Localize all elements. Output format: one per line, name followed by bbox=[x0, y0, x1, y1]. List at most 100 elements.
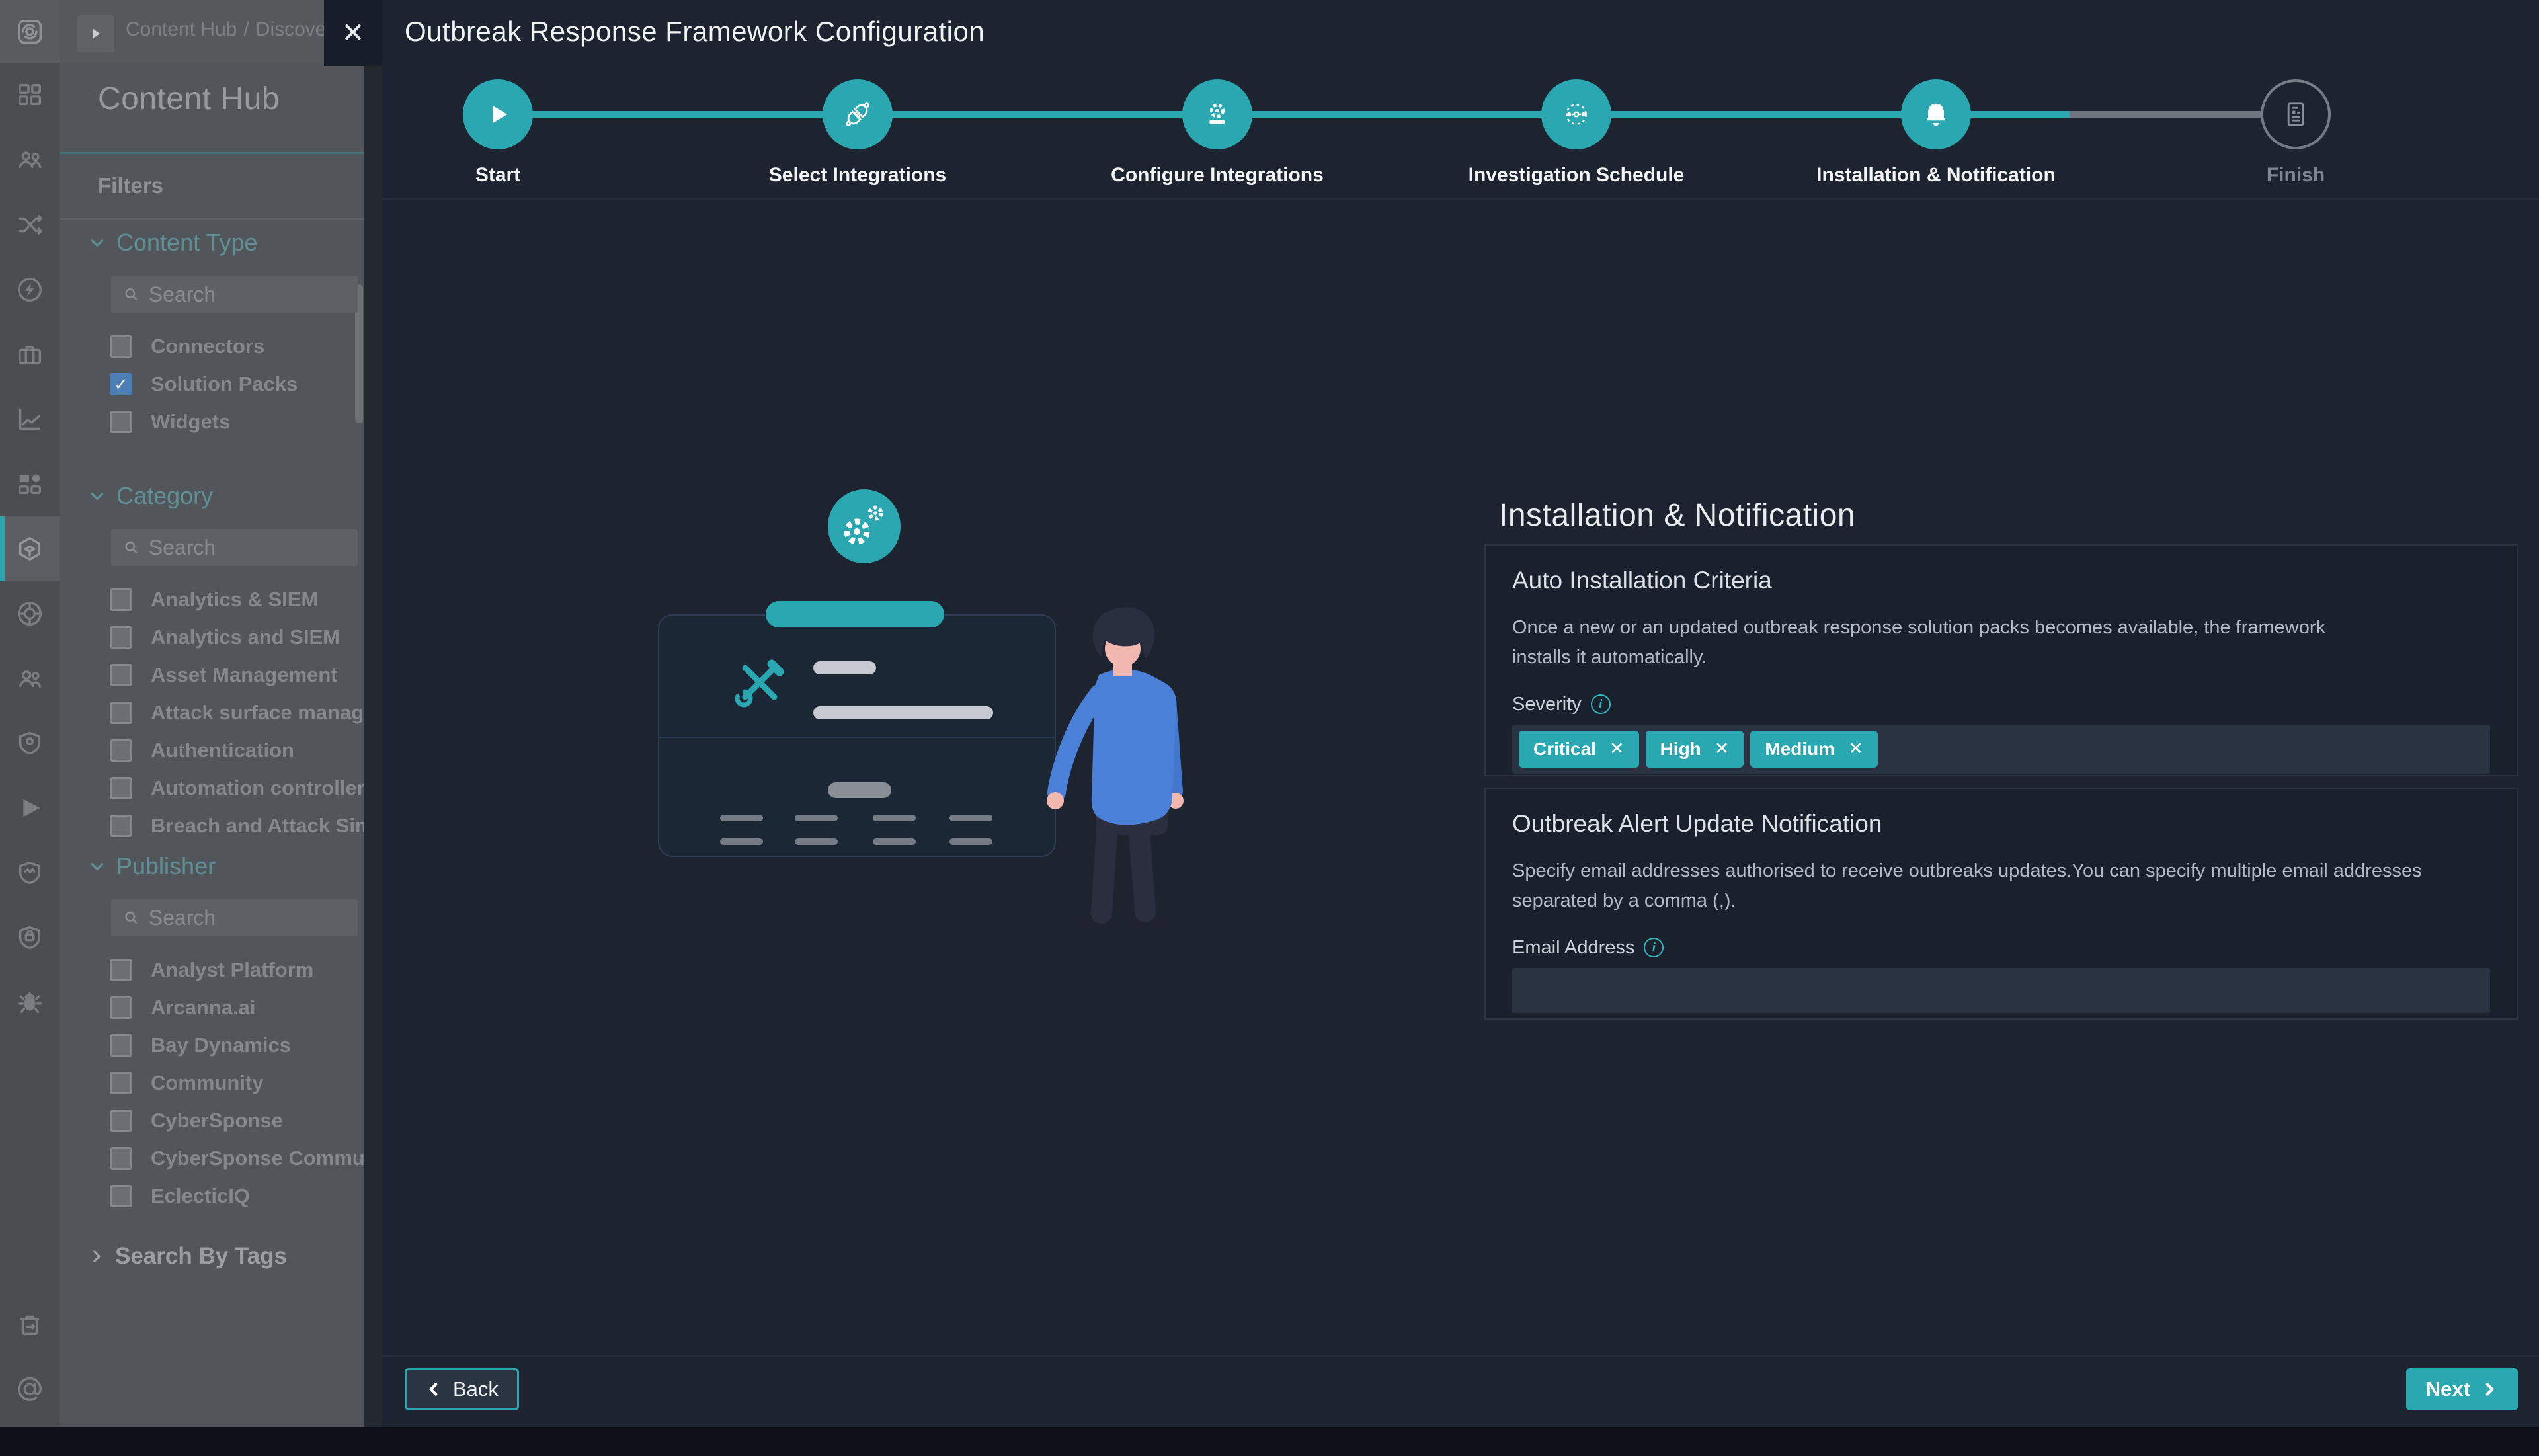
close-button[interactable]: ✕ bbox=[324, 0, 382, 66]
filter-checkbox-item[interactable]: ✓ CyberSponse Community bbox=[60, 1139, 364, 1177]
widgets-icon[interactable] bbox=[0, 452, 60, 516]
checkbox[interactable]: ✓ bbox=[110, 1034, 132, 1057]
checkbox[interactable]: ✓ bbox=[110, 335, 132, 358]
search-input[interactable] bbox=[149, 906, 346, 930]
playbooks-icon[interactable] bbox=[0, 776, 60, 840]
recycle-bin-icon[interactable] bbox=[0, 1292, 60, 1357]
info-icon[interactable]: i bbox=[1591, 694, 1611, 714]
filter-search[interactable] bbox=[111, 529, 358, 566]
checkbox-label: Breach and Attack Simulation bbox=[151, 814, 364, 838]
automation-icon[interactable] bbox=[0, 257, 60, 322]
filter-checkbox-item[interactable]: ✓ Analyst Platform bbox=[60, 951, 364, 989]
mentions-icon[interactable] bbox=[0, 1357, 60, 1422]
app-logo-icon[interactable] bbox=[0, 0, 60, 63]
reports-icon[interactable] bbox=[0, 387, 60, 452]
search-input[interactable] bbox=[149, 536, 346, 560]
shield-monitor-icon[interactable] bbox=[0, 840, 60, 905]
email-address-label: Email Address bbox=[1512, 937, 1634, 959]
filter-checkbox-item[interactable]: ✓ Widgets bbox=[60, 403, 364, 440]
checkbox[interactable]: ✓ bbox=[110, 777, 132, 799]
remove-tag-icon[interactable]: ✕ bbox=[1609, 740, 1625, 758]
shuffle-icon[interactable] bbox=[0, 192, 60, 257]
checkbox-label: Automation controller bbox=[151, 776, 364, 800]
checkbox[interactable]: ✓ bbox=[110, 815, 132, 837]
checkbox[interactable]: ✓ bbox=[110, 996, 132, 1019]
checkbox[interactable]: ✓ bbox=[110, 1072, 132, 1094]
email-address-field[interactable] bbox=[1512, 968, 2490, 1013]
filter-checkbox-item[interactable]: ✓ EclecticIQ bbox=[60, 1177, 364, 1215]
left-icon-rail bbox=[0, 0, 60, 1427]
checkbox[interactable]: ✓ bbox=[110, 959, 132, 981]
close-icon[interactable]: ✕ bbox=[341, 19, 364, 47]
filter-checkbox-item[interactable]: ✓ Connectors bbox=[60, 327, 364, 365]
checkbox-list: ✓ Analytics & SIEM ✓ Analytics and SIEM … bbox=[60, 581, 364, 844]
next-button[interactable]: Next bbox=[2406, 1368, 2518, 1410]
dashboard-icon[interactable] bbox=[0, 63, 60, 128]
grid-line bbox=[873, 838, 916, 845]
filter-checkbox-item[interactable]: ✓ Solution Packs bbox=[60, 365, 364, 403]
users-icon[interactable] bbox=[0, 128, 60, 192]
severity-tag: Medium ✕ bbox=[1750, 731, 1877, 768]
info-icon[interactable]: i bbox=[1644, 938, 1664, 957]
severity-tag-input[interactable]: Critical ✕ High ✕ Medium ✕ bbox=[1512, 725, 2490, 774]
step-configure-integrations[interactable] bbox=[1182, 79, 1252, 149]
filter-checkbox-item[interactable]: ✓ Authentication bbox=[60, 731, 364, 769]
sidebar-expand-button[interactable] bbox=[77, 15, 114, 52]
step-start[interactable] bbox=[463, 79, 533, 149]
people-icon[interactable] bbox=[0, 646, 60, 711]
section-header[interactable]: Publisher bbox=[60, 852, 364, 881]
checkbox[interactable]: ✓ bbox=[110, 411, 132, 433]
filter-section-content-type: Content Type ✓ Connectors ✓ Solution Pac… bbox=[60, 228, 364, 440]
chevron-right-icon bbox=[2481, 1381, 2498, 1398]
checkbox[interactable]: ✓ bbox=[110, 702, 132, 724]
section-header[interactable]: Content Type bbox=[60, 228, 364, 257]
back-button[interactable]: Back bbox=[405, 1368, 519, 1410]
checkbox[interactable]: ✓ bbox=[110, 1110, 132, 1132]
filter-checkbox-item[interactable]: ✓ Breach and Attack Simulation bbox=[60, 807, 364, 844]
remove-tag-icon[interactable]: ✕ bbox=[1714, 740, 1730, 758]
filter-checkbox-item[interactable]: ✓ Attack surface management bbox=[60, 694, 364, 731]
search-input[interactable] bbox=[149, 282, 346, 307]
shield-case-icon[interactable] bbox=[0, 905, 60, 970]
filter-checkbox-item[interactable]: ✓ Analytics & SIEM bbox=[60, 581, 364, 618]
content-hub-icon[interactable] bbox=[0, 516, 60, 581]
breadcrumb-part[interactable]: Content Hub bbox=[126, 19, 237, 40]
section-header[interactable]: Category bbox=[60, 481, 364, 510]
filter-checkbox-item[interactable]: ✓ CyberSponse bbox=[60, 1102, 364, 1139]
filter-search[interactable] bbox=[111, 899, 358, 936]
search-icon bbox=[123, 285, 140, 303]
step-label: Select Integrations bbox=[712, 164, 1003, 186]
bug-icon[interactable] bbox=[0, 970, 60, 1035]
grid-line bbox=[720, 838, 763, 845]
checkbox-label: Analyst Platform bbox=[151, 958, 313, 982]
person-illustration bbox=[1038, 601, 1190, 935]
filters-heading: Filters bbox=[98, 173, 163, 198]
checkbox[interactable]: ✓ bbox=[110, 373, 132, 395]
filter-checkbox-item[interactable]: ✓ Arcanna.ai bbox=[60, 989, 364, 1026]
checkbox[interactable]: ✓ bbox=[110, 588, 132, 611]
alert-notification-panel: Outbreak Alert Update Notification Speci… bbox=[1484, 788, 2518, 1020]
filter-search[interactable] bbox=[111, 276, 358, 313]
filter-checkbox-item[interactable]: ✓ Asset Management bbox=[60, 656, 364, 694]
filter-checkbox-item[interactable]: ✓ Analytics and SIEM bbox=[60, 618, 364, 656]
help-hub-icon[interactable] bbox=[0, 581, 60, 646]
checkbox[interactable]: ✓ bbox=[110, 664, 132, 686]
filter-checkbox-item[interactable]: ✓ Automation controller bbox=[60, 769, 364, 807]
step-finish bbox=[2261, 79, 2331, 149]
breadcrumb-part[interactable]: Discover bbox=[256, 19, 333, 40]
checkbox[interactable]: ✓ bbox=[110, 1185, 132, 1207]
shield-gear-icon[interactable] bbox=[0, 711, 60, 776]
checkbox[interactable]: ✓ bbox=[110, 626, 132, 649]
remove-tag-icon[interactable]: ✕ bbox=[1848, 740, 1863, 758]
checkbox[interactable]: ✓ bbox=[110, 739, 132, 762]
briefcase-icon[interactable] bbox=[0, 322, 60, 387]
form-section-title: Installation & Notification bbox=[1499, 497, 1855, 534]
filter-checkbox-item[interactable]: ✓ Community bbox=[60, 1064, 364, 1102]
filter-checkbox-item[interactable]: ✓ Bay Dynamics bbox=[60, 1026, 364, 1064]
checkbox[interactable]: ✓ bbox=[110, 1147, 132, 1170]
search-by-tags-toggle[interactable]: Search By Tags bbox=[89, 1243, 287, 1270]
step-select-integrations[interactable] bbox=[823, 79, 893, 149]
step-investigation-schedule[interactable] bbox=[1541, 79, 1611, 149]
breadcrumb[interactable]: Content Hub/Discover bbox=[126, 19, 340, 41]
step-installation-notification[interactable] bbox=[1901, 79, 1971, 149]
